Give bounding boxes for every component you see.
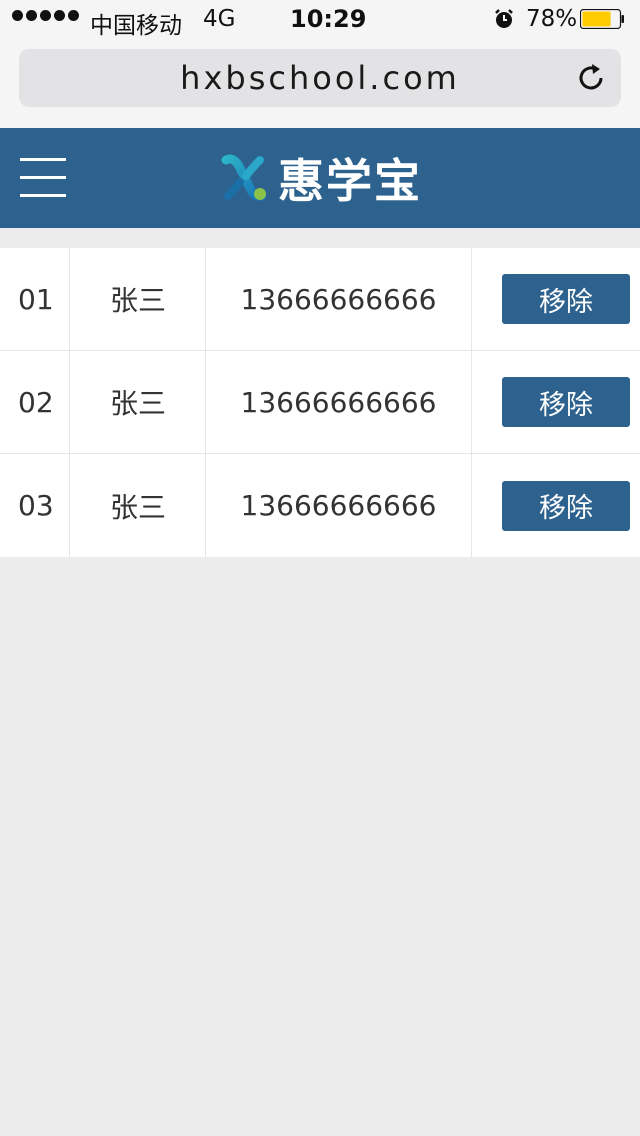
row-phone: 13666666666 — [206, 454, 472, 557]
row-phone: 13666666666 — [206, 248, 472, 350]
alarm-clock-icon — [495, 9, 513, 28]
row-action-cell: 移除 — [472, 351, 640, 453]
address-bar[interactable]: hxbschool.com — [19, 49, 621, 107]
address-url[interactable]: hxbschool.com — [19, 49, 621, 107]
status-bar: 中国移动 4G 10:29 78% — [0, 0, 640, 40]
row-name: 张三 — [71, 248, 206, 350]
remove-button[interactable]: 移除 — [502, 377, 630, 427]
reload-icon[interactable] — [575, 62, 607, 94]
logo-mark-icon — [221, 154, 267, 201]
table-row: 01 张三 13666666666 移除 — [0, 248, 640, 351]
row-index: 03 — [0, 454, 70, 557]
signal-strength-icon — [12, 10, 79, 21]
table-row: 02 张三 13666666666 移除 — [0, 351, 640, 454]
brand-name: 惠学宝 — [278, 154, 422, 208]
row-phone: 13666666666 — [206, 351, 472, 453]
brand-logo[interactable]: 惠学宝 — [220, 150, 422, 208]
carrier-name: 中国移动 — [90, 13, 182, 39]
battery-percent: 78% — [526, 6, 578, 32]
row-index: 01 — [0, 248, 70, 350]
row-name: 张三 — [71, 351, 206, 453]
app-header: 惠学宝 — [0, 128, 640, 228]
remove-button[interactable]: 移除 — [502, 480, 630, 531]
battery-icon — [580, 9, 624, 29]
clock: 10:29 — [290, 5, 367, 33]
row-name: 张三 — [71, 454, 206, 557]
row-action-cell: 移除 — [472, 454, 640, 557]
table-row: 03 张三 13666666666 移除 — [0, 454, 640, 557]
row-index: 02 — [0, 351, 70, 453]
hamburger-menu-icon[interactable] — [20, 158, 66, 198]
browser-toolbar: hxbschool.com — [0, 40, 640, 128]
member-list: 01 张三 13666666666 移除 02 张三 13666666666 移… — [0, 248, 640, 557]
network-type: 4G — [203, 6, 236, 32]
remove-button[interactable]: 移除 — [502, 274, 630, 324]
row-action-cell: 移除 — [472, 248, 640, 350]
